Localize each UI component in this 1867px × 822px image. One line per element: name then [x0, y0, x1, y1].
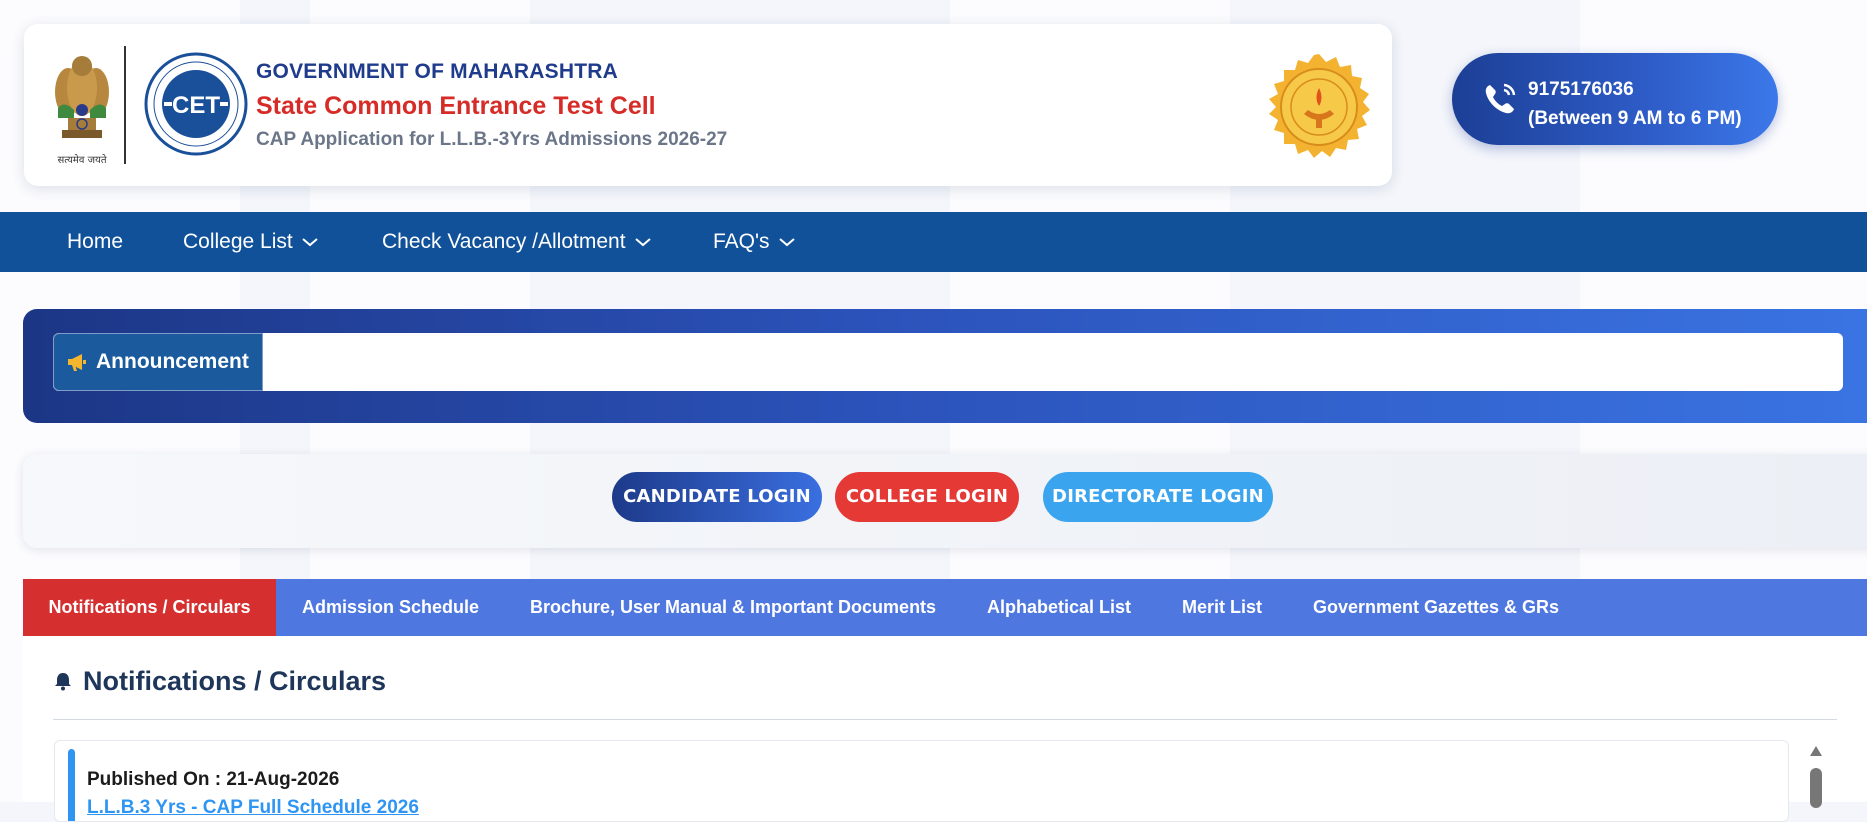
notification-accent-bar [68, 749, 75, 821]
phone-icon [1485, 83, 1516, 114]
government-title: GOVERNMENT OF MAHARASHTRA [256, 60, 618, 83]
bell-icon [55, 673, 71, 691]
nav-faqs[interactable]: FAQ's [713, 212, 796, 272]
cell-name: State Common Entrance Test Cell [256, 92, 656, 120]
emblem-motto: सत्यमेव जयते [57, 155, 107, 166]
nav-home[interactable]: Home [67, 212, 123, 272]
announcement-section: Announcement [23, 309, 1867, 423]
header-divider [124, 46, 126, 164]
nav-college-list-label: College List [183, 230, 293, 253]
notification-item: Published On : 21-Aug-2026 L.L.B.3 Yrs -… [54, 740, 1789, 822]
announcement-ticker: Announcement [53, 333, 1843, 391]
nav-faqs-label: FAQ's [713, 230, 770, 253]
chevron-down-icon [778, 238, 795, 247]
helpline-number: 9175176036 [1528, 79, 1634, 100]
tab-admission-schedule[interactable]: Admission Schedule [302, 579, 479, 636]
nav-check-vacancy-label: Check Vacancy /Allotment [382, 230, 626, 253]
heading-divider [53, 719, 1837, 720]
helpline-hours: (Between 9 AM to 6 PM) [1528, 108, 1742, 129]
cet-logo: CET [144, 52, 248, 156]
tab-brochure-documents[interactable]: Brochure, User Manual & Important Docume… [530, 579, 936, 636]
notification-published-date: Published On : 21-Aug-2026 [87, 769, 340, 790]
candidate-login-button[interactable]: CANDIDATE LOGIN [612, 472, 822, 522]
scroll-up-arrow[interactable] [1810, 746, 1822, 756]
notifications-heading-text: Notifications / Circulars [83, 666, 387, 696]
site-header: सत्यमेव जयते CET GOVERNMENT OF MAHARASHT… [24, 24, 1392, 186]
chevron-down-icon [634, 238, 651, 247]
announcement-label-box: Announcement [53, 333, 263, 391]
nav-check-vacancy[interactable]: Check Vacancy /Allotment [382, 212, 652, 272]
main-navigation: Home College List Check Vacancy /Allotme… [0, 212, 1867, 272]
college-login-button[interactable]: COLLEGE LOGIN [835, 472, 1019, 522]
tab-alphabetical-list[interactable]: Alphabetical List [987, 579, 1131, 636]
content-tabs: Notifications / Circulars Admission Sche… [23, 579, 1867, 636]
scrollbar-thumb[interactable] [1810, 768, 1822, 808]
tab-merit-list[interactable]: Merit List [1182, 579, 1262, 636]
tab-notifications-circulars[interactable]: Notifications / Circulars [23, 579, 276, 636]
chevron-down-icon [302, 238, 318, 247]
national-emblem: सत्यमेव जयते [44, 44, 120, 166]
maharashtra-seal-logo [1264, 52, 1374, 162]
notifications-panel: Notifications / Circulars Published On :… [23, 636, 1867, 822]
notification-link[interactable]: L.L.B.3 Yrs - CAP Full Schedule 2026 [87, 797, 419, 819]
megaphone-icon [68, 354, 86, 371]
nav-college-list[interactable]: College List [183, 212, 319, 272]
tab-government-gazettes[interactable]: Government Gazettes & GRs [1313, 579, 1559, 636]
application-title: CAP Application for L.L.B.-3Yrs Admissio… [256, 129, 728, 150]
directorate-login-button[interactable]: DIRECTORATE LOGIN [1043, 472, 1273, 522]
announcement-label: Announcement [96, 350, 249, 373]
login-section: CANDIDATE LOGIN COLLEGE LOGIN DIRECTORAT… [23, 454, 1867, 548]
notifications-heading: Notifications / Circulars [53, 666, 386, 697]
helpline-contact[interactable]: 9175176036 (Between 9 AM to 6 PM) [1452, 53, 1778, 145]
cet-logo-text: CET [172, 92, 220, 119]
